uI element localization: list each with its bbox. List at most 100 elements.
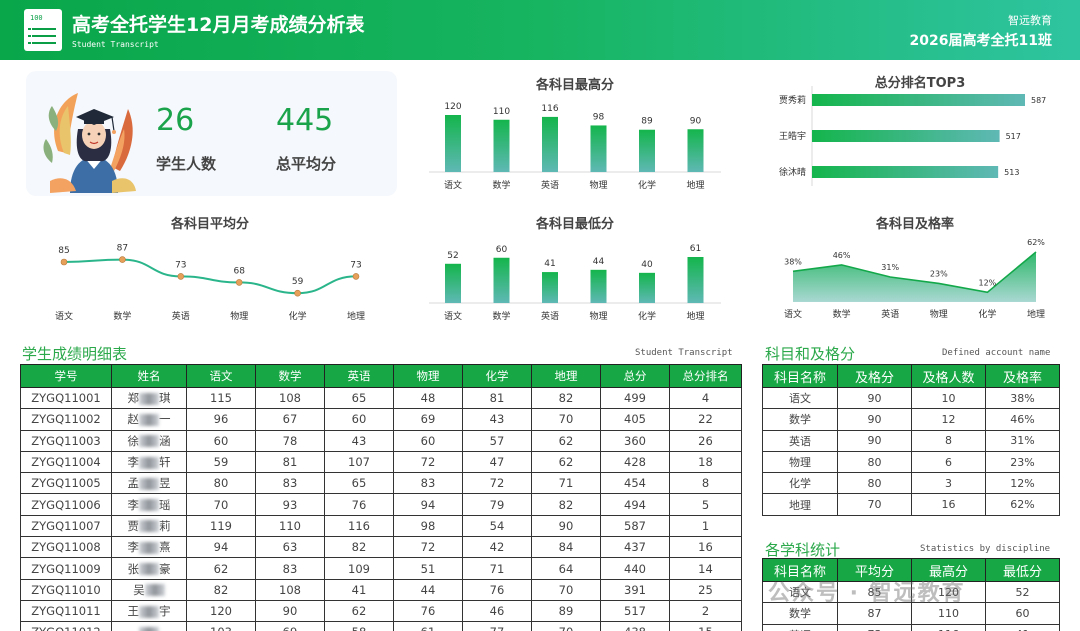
student-name-cell: 李瑶 bbox=[111, 493, 187, 516]
score-cell: 60 bbox=[186, 429, 256, 452]
data-label: 89 bbox=[641, 117, 653, 127]
score-cell: 26 bbox=[669, 429, 742, 452]
score-cell: 120 bbox=[186, 599, 256, 623]
score-cell: 517 bbox=[600, 599, 670, 623]
student-name-cell: 贾莉 bbox=[111, 514, 187, 538]
data-label: 61 bbox=[690, 244, 701, 254]
score-cell: 62 bbox=[324, 599, 394, 623]
chart-title-min: 各科目最低分 bbox=[535, 217, 614, 232]
name-last-char: 轩 bbox=[159, 455, 171, 470]
data-label: 120 bbox=[444, 102, 461, 112]
name-first-char: 徐 bbox=[127, 433, 140, 448]
score-cell: 115 bbox=[186, 386, 256, 410]
name-blur-mask bbox=[144, 584, 165, 597]
data-label: 85 bbox=[58, 246, 69, 256]
watermark: 公众号 · 智远教育 bbox=[768, 581, 966, 606]
score-cell: 69 bbox=[393, 408, 463, 431]
page-subtitle: Student Transcript bbox=[72, 40, 159, 49]
score-cell: 22 bbox=[669, 408, 742, 431]
score-cell: 51 bbox=[393, 557, 463, 580]
score-cell: 1 bbox=[669, 514, 742, 538]
header-banner: 100 高考全托学生12月月考成绩分析表 Student Transcript … bbox=[0, 0, 1080, 60]
student-name-cell: 吴 bbox=[111, 578, 187, 601]
name-blur-mask bbox=[139, 541, 159, 554]
name-last-char: 琪 bbox=[159, 391, 171, 406]
data-point bbox=[177, 273, 185, 280]
table-cell: 46% bbox=[985, 408, 1060, 431]
score-cell: 103 bbox=[186, 621, 256, 631]
column-header: 及格人数 bbox=[911, 364, 986, 388]
bar bbox=[639, 272, 655, 303]
tick-label: 地理 bbox=[686, 310, 704, 322]
student-id-cell: ZYGQ11002 bbox=[20, 408, 112, 431]
column-header: 最低分 bbox=[985, 558, 1060, 582]
table-row: 语文 90 10 38% bbox=[762, 386, 1060, 410]
data-label: 98 bbox=[593, 112, 605, 122]
column-header: 及格分 bbox=[837, 364, 912, 388]
name-blur-mask bbox=[139, 456, 159, 469]
score-cell: 43 bbox=[462, 408, 532, 431]
student-name-cell: 李轩 bbox=[111, 450, 187, 474]
table-cell: 80 bbox=[837, 472, 912, 495]
name-first-char: 李 bbox=[127, 497, 140, 512]
tick-label: 语文 bbox=[444, 179, 462, 191]
score-cell: 64 bbox=[531, 557, 601, 580]
score-cell: 70 bbox=[531, 621, 601, 631]
tick-label: 地理 bbox=[1027, 308, 1045, 320]
tick-label: 化学 bbox=[638, 310, 656, 322]
score-cell: 107 bbox=[324, 450, 394, 474]
table-cell: 90 bbox=[837, 408, 912, 431]
table-cell: 地理 bbox=[762, 493, 838, 516]
chart-title-pass: 各科目及格率 bbox=[875, 217, 954, 232]
table-cell: 90 bbox=[837, 429, 912, 452]
student-id-cell: ZYGQ11009 bbox=[20, 557, 112, 580]
column-header: 学号 bbox=[20, 364, 112, 388]
student-count-value: 26 bbox=[156, 103, 195, 138]
score-cell: 76 bbox=[324, 493, 394, 516]
column-header: 地理 bbox=[531, 364, 601, 388]
tick-label: 物理 bbox=[589, 179, 607, 191]
name-last-char: 豪 bbox=[159, 561, 171, 576]
score-cell: 90 bbox=[531, 514, 601, 538]
data-label: 73 bbox=[175, 260, 186, 270]
tick-label: 数学 bbox=[113, 310, 131, 322]
score-cell: 62 bbox=[531, 429, 601, 452]
data-label: 517 bbox=[1006, 132, 1021, 141]
score-cell: 83 bbox=[255, 472, 325, 495]
table-cell: 41 bbox=[985, 623, 1060, 631]
column-header: 姓名 bbox=[111, 364, 187, 388]
bar bbox=[687, 257, 704, 303]
tick-label: 数学 bbox=[492, 310, 510, 322]
table-row: 化学 80 3 12% bbox=[762, 472, 1060, 495]
class-name: 2026届高考全托11班 bbox=[909, 33, 1052, 49]
data-label: 116 bbox=[541, 104, 558, 114]
score-cell: 587 bbox=[600, 514, 670, 538]
column-header: 英语 bbox=[324, 364, 394, 388]
score-cell: 96 bbox=[186, 408, 256, 431]
score-cell: 58 bbox=[324, 621, 394, 631]
score-cell: 108 bbox=[255, 386, 325, 410]
data-point bbox=[294, 289, 301, 297]
student-id-cell: ZYGQ11012 bbox=[20, 621, 112, 631]
data-label: 40 bbox=[641, 260, 653, 270]
score-cell: 405 bbox=[600, 408, 670, 431]
detail-title: 学生成绩明细表 bbox=[22, 345, 128, 363]
tick-label: 语文 bbox=[784, 308, 802, 320]
student-id-cell: ZYGQ11006 bbox=[20, 493, 112, 516]
score-cell: 116 bbox=[324, 514, 394, 538]
student-id-cell: ZYGQ11003 bbox=[20, 429, 112, 452]
score-cell: 70 bbox=[531, 578, 601, 601]
data-point bbox=[119, 256, 126, 263]
column-header: 科目名称 bbox=[762, 364, 838, 388]
score-cell: 83 bbox=[255, 557, 325, 580]
score-cell: 82 bbox=[186, 578, 256, 601]
column-header: 化学 bbox=[462, 364, 532, 388]
score-cell: 2 bbox=[669, 599, 742, 623]
name-blur-mask bbox=[139, 392, 159, 405]
series-area bbox=[793, 252, 1036, 302]
tick-label: 王皓宇 bbox=[779, 130, 806, 142]
table-cell: 数学 bbox=[762, 408, 838, 431]
score-cell: 16 bbox=[669, 536, 742, 559]
data-label: 52 bbox=[447, 251, 458, 261]
table-cell: 73 bbox=[837, 623, 912, 631]
